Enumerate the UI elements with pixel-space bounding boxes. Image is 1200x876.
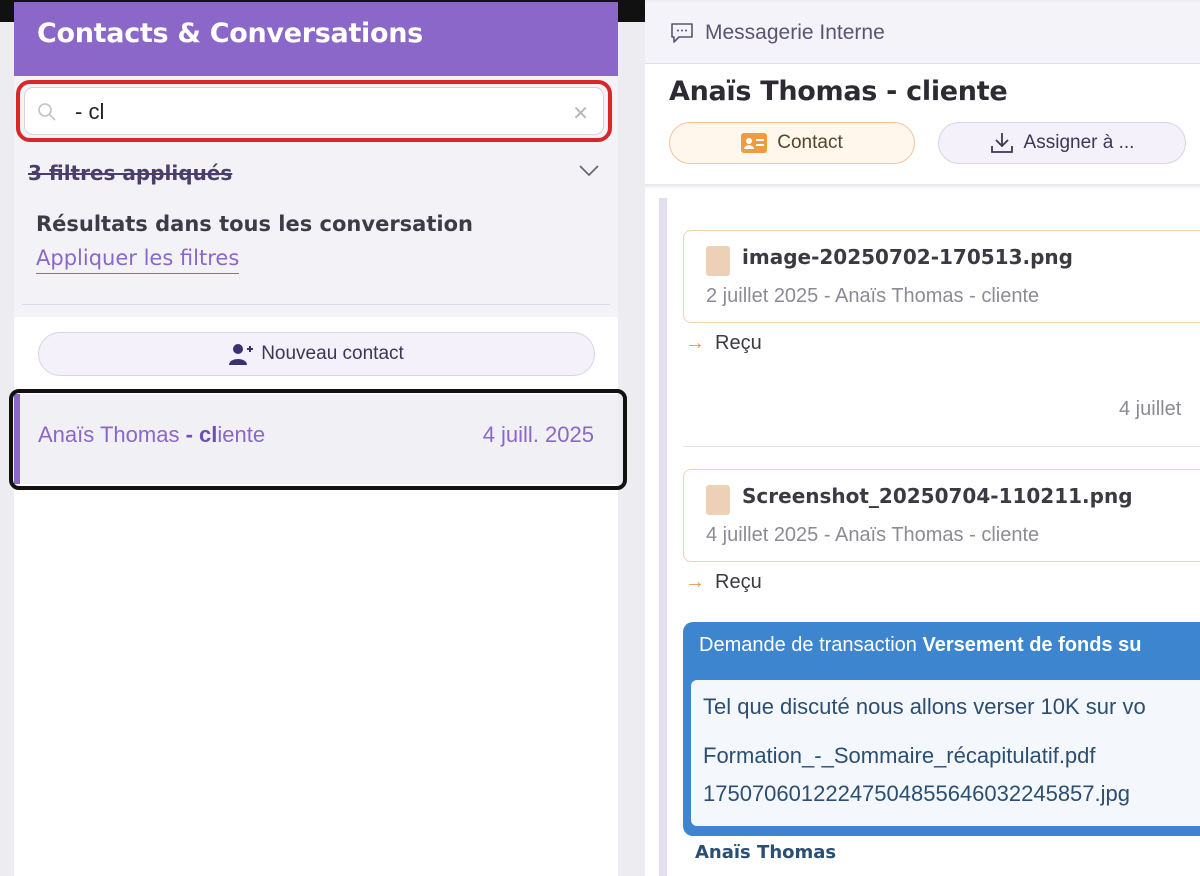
chevron-down-icon[interactable]: [578, 164, 600, 178]
contact-button[interactable]: Contact: [669, 122, 915, 164]
conversation-title: Anaïs Thomas - cliente: [669, 76, 1008, 107]
file-icon: [706, 246, 730, 276]
transaction-attachment[interactable]: Formation_-_Sommaire_récapitulatif.pdf: [703, 743, 1096, 769]
message-timestamp: 4 juillet: [1119, 398, 1182, 420]
message-status: → Reçu: [685, 571, 762, 593]
file-icon: [706, 485, 730, 515]
file-attachment-card[interactable]: Screenshot_20250704-110211.png 4 juillet…: [683, 469, 1200, 562]
message-author: Anaïs Thomas: [695, 842, 837, 863]
file-attachment-card[interactable]: image-20250702-170513.png 2 juillet 2025…: [683, 230, 1200, 323]
new-contact-button[interactable]: Nouveau contact: [38, 332, 595, 376]
file-name: image-20250702-170513.png: [742, 245, 1073, 269]
new-contact-label: Nouveau contact: [261, 343, 404, 364]
conversation-panel: Messagerie Interne Anaïs Thomas - client…: [645, 2, 1200, 876]
filters-applied-label[interactable]: 3 filtres appliqués: [28, 161, 232, 185]
arrow-right-icon: →: [685, 571, 705, 593]
messaging-header: Messagerie Interne: [645, 2, 1200, 64]
clear-search-icon[interactable]: ✕: [572, 101, 589, 126]
divider: [22, 304, 610, 305]
conversation-highlight: [9, 389, 627, 490]
divider: [683, 446, 1200, 447]
assign-button-label: Assigner à ...: [1023, 132, 1135, 153]
file-meta: 4 juillet 2025 - Anaïs Thomas - cliente: [706, 524, 1040, 546]
chat-bubble-icon: [671, 22, 693, 43]
panel-title: Contacts & Conversations: [14, 2, 618, 76]
message-status: → Reçu: [685, 332, 762, 354]
results-heading: Résultats dans tous les conversation: [36, 212, 473, 236]
header-shadow: [645, 184, 1200, 190]
filters-section: ✕ 3 filtres appliqués Résultats dans tou…: [14, 76, 618, 317]
messages-area: image-20250702-170513.png 2 juillet 2025…: [659, 198, 1200, 876]
search-box[interactable]: ✕: [24, 87, 604, 135]
contact-card-icon: [741, 133, 768, 153]
search-icon: [38, 103, 56, 121]
apply-filters-link[interactable]: Appliquer les filtres: [36, 246, 240, 274]
download-icon: [990, 133, 1013, 153]
add-user-icon: [229, 344, 254, 365]
search-input[interactable]: [75, 98, 555, 126]
file-meta: 2 juillet 2025 - Anaïs Thomas - cliente: [706, 285, 1040, 307]
transaction-attachment[interactable]: 17507060122247504855646032245857.jpg: [703, 781, 1130, 807]
transaction-text: Tel que discuté nous allons verser 10K s…: [703, 694, 1146, 719]
arrow-right-icon: →: [685, 332, 705, 354]
messaging-label: Messagerie Interne: [705, 20, 885, 44]
contact-button-label: Contact: [777, 132, 843, 153]
assign-button[interactable]: Assigner à ...: [938, 122, 1186, 164]
transaction-body: Tel que discuté nous allons verser 10K s…: [691, 680, 1200, 826]
transaction-request-card[interactable]: Demande de transaction Versement de fond…: [683, 622, 1200, 836]
transaction-title: Demande de transaction Versement de fond…: [699, 634, 1142, 656]
file-name: Screenshot_20250704-110211.png: [742, 484, 1133, 508]
